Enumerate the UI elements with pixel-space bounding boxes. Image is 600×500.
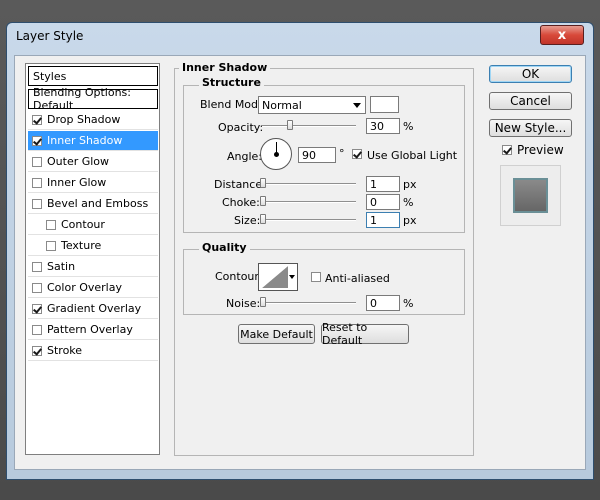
distance-slider-thumb[interactable] bbox=[260, 178, 266, 188]
preview-label: Preview bbox=[517, 143, 564, 157]
preview-box bbox=[500, 165, 561, 226]
chevron-down-icon bbox=[353, 103, 361, 108]
distance-label: Distance: bbox=[214, 178, 266, 191]
checkbox[interactable] bbox=[32, 135, 42, 146]
chevron-down-icon bbox=[289, 275, 295, 279]
anti-aliased-label: Anti-aliased bbox=[325, 272, 390, 285]
preview-checkbox[interactable] bbox=[502, 145, 517, 158]
checkbox[interactable] bbox=[32, 282, 42, 293]
use-global-light-checkbox[interactable] bbox=[352, 149, 367, 162]
contour-preview-icon bbox=[262, 266, 288, 288]
angle-dial[interactable] bbox=[260, 138, 292, 170]
use-global-light-label: Use Global Light bbox=[367, 149, 458, 162]
distance-unit: px bbox=[403, 178, 417, 191]
style-item-stroke[interactable]: Stroke bbox=[28, 341, 158, 361]
shadow-color-swatch[interactable] bbox=[370, 96, 399, 113]
anti-aliased-checkbox[interactable] bbox=[311, 272, 326, 285]
size-input[interactable]: 1 bbox=[366, 212, 400, 228]
noise-slider-thumb[interactable] bbox=[260, 297, 266, 307]
checkbox[interactable] bbox=[32, 198, 42, 209]
checkbox[interactable] bbox=[32, 177, 42, 188]
size-label: Size: bbox=[234, 214, 261, 227]
noise-slider[interactable] bbox=[262, 302, 356, 304]
distance-input[interactable]: 1 bbox=[366, 176, 400, 192]
opacity-input[interactable]: 30 bbox=[366, 118, 400, 134]
size-slider[interactable] bbox=[262, 219, 356, 221]
blending-options-item[interactable]: Blending Options: Default bbox=[28, 86, 158, 112]
style-item-gradient-overlay[interactable]: Gradient Overlay bbox=[28, 299, 158, 319]
style-item-bevel-emboss[interactable]: Bevel and Emboss bbox=[28, 194, 158, 214]
checkbox[interactable] bbox=[32, 156, 42, 167]
styles-list: Styles Blending Options: Default Drop Sh… bbox=[25, 63, 160, 455]
ok-button[interactable]: OK bbox=[489, 65, 572, 83]
opacity-slider[interactable] bbox=[262, 125, 356, 127]
style-item-contour[interactable]: Contour bbox=[28, 215, 158, 235]
noise-input[interactable]: 0 bbox=[366, 295, 400, 311]
window-title: Layer Style bbox=[16, 29, 84, 43]
contour-picker[interactable] bbox=[258, 263, 298, 291]
checkbox[interactable] bbox=[32, 345, 42, 356]
noise-unit: % bbox=[403, 297, 414, 310]
opacity-label: Opacity: bbox=[218, 121, 264, 134]
structure-legend: Structure bbox=[199, 76, 264, 89]
checkbox[interactable] bbox=[46, 219, 56, 230]
choke-slider-thumb[interactable] bbox=[260, 196, 266, 206]
opacity-unit: % bbox=[403, 120, 414, 133]
contour-label: Contour: bbox=[215, 270, 263, 283]
make-default-button[interactable]: Make Default bbox=[238, 324, 315, 344]
close-button[interactable]: x bbox=[540, 25, 584, 45]
choke-unit: % bbox=[403, 196, 414, 209]
close-icon: x bbox=[557, 27, 567, 43]
checkbox[interactable] bbox=[32, 114, 42, 125]
style-item-inner-shadow[interactable]: Inner Shadow bbox=[28, 131, 158, 151]
angle-label: Angle: bbox=[227, 150, 263, 163]
checkbox[interactable] bbox=[32, 324, 42, 335]
style-item-pattern-overlay[interactable]: Pattern Overlay bbox=[28, 320, 158, 340]
checkbox[interactable] bbox=[46, 240, 56, 251]
preview-swatch bbox=[513, 178, 548, 213]
quality-legend: Quality bbox=[199, 241, 250, 254]
angle-input[interactable]: 90 bbox=[298, 147, 336, 163]
style-item-color-overlay[interactable]: Color Overlay bbox=[28, 278, 158, 298]
choke-input[interactable]: 0 bbox=[366, 194, 400, 210]
cancel-button[interactable]: Cancel bbox=[489, 92, 572, 110]
angle-center bbox=[274, 152, 279, 157]
noise-label: Noise: bbox=[226, 297, 261, 310]
checkbox[interactable] bbox=[32, 261, 42, 272]
style-item-drop-shadow[interactable]: Drop Shadow bbox=[28, 110, 158, 130]
choke-slider[interactable] bbox=[262, 201, 356, 203]
style-item-inner-glow[interactable]: Inner Glow bbox=[28, 173, 158, 193]
panel-title: Inner Shadow bbox=[179, 61, 271, 74]
style-item-satin[interactable]: Satin bbox=[28, 257, 158, 277]
opacity-slider-thumb[interactable] bbox=[287, 120, 293, 130]
reset-default-button[interactable]: Reset to Default bbox=[321, 321, 409, 347]
size-slider-thumb[interactable] bbox=[260, 214, 266, 224]
style-item-outer-glow[interactable]: Outer Glow bbox=[28, 152, 158, 172]
size-unit: px bbox=[403, 214, 417, 227]
angle-unit: ° bbox=[339, 147, 345, 160]
blend-mode-select[interactable]: Normal bbox=[258, 96, 366, 114]
choke-label: Choke: bbox=[222, 196, 260, 209]
style-item-texture[interactable]: Texture bbox=[28, 236, 158, 256]
distance-slider[interactable] bbox=[262, 183, 356, 185]
new-style-button[interactable]: New Style... bbox=[489, 119, 572, 137]
styles-header[interactable]: Styles bbox=[28, 66, 158, 86]
checkbox[interactable] bbox=[32, 303, 42, 314]
